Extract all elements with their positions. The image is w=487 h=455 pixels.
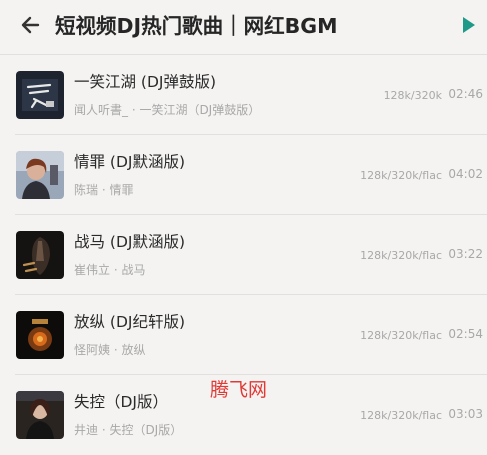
song-duration: 02:46 — [448, 87, 483, 101]
song-row[interactable]: 一笑江湖 (DJ弹鼓版) 闻人听書_ · 一笑江湖（DJ弹鼓版） 128k/32… — [0, 55, 487, 135]
song-title: 一笑江湖 (DJ弹鼓版) — [74, 73, 217, 91]
song-artist-album: 崔伟立 · 战马 — [74, 263, 146, 277]
back-arrow-icon[interactable] — [18, 12, 44, 38]
song-duration: 03:22 — [448, 247, 483, 261]
song-artist-album: 闻人听書_ · 一笑江湖（DJ弹鼓版） — [74, 103, 261, 117]
album-cover — [16, 151, 64, 199]
song-row[interactable]: 战马 (DJ默涵版) 崔伟立 · 战马 128k/320k/flac 03:22 — [0, 215, 487, 295]
song-row[interactable]: 放纵 (DJ纪轩版) 怪阿姨 · 放纵 128k/320k/flac 02:54 — [0, 295, 487, 375]
song-quality: 128k/320k/flac — [360, 169, 442, 182]
song-row[interactable]: 情罪 (DJ默涵版) 陈瑞 · 情罪 128k/320k/flac 04:02 — [0, 135, 487, 215]
song-quality: 128k/320k — [383, 89, 442, 102]
song-title: 放纵 (DJ纪轩版) — [74, 313, 186, 331]
song-quality: 128k/320k/flac — [360, 249, 442, 262]
song-title: 失控（DJ版） — [74, 393, 169, 411]
song-duration: 04:02 — [448, 167, 483, 181]
song-quality: 128k/320k/flac — [360, 409, 442, 422]
song-artist-album: 怪阿姨 · 放纵 — [74, 343, 146, 357]
album-cover — [16, 391, 64, 439]
play-all-icon[interactable] — [461, 16, 477, 34]
song-title: 情罪 (DJ默涵版) — [74, 153, 186, 171]
watermark: 腾飞网 — [210, 379, 268, 401]
song-artist-album: 陈瑞 · 情罪 — [74, 183, 134, 197]
top-bar: 短视频DJ热门歌曲｜网红BGM — [0, 0, 487, 50]
song-quality: 128k/320k/flac — [360, 329, 442, 342]
page-title: 短视频DJ热门歌曲｜网红BGM — [55, 14, 338, 38]
album-cover — [16, 311, 64, 359]
song-duration: 02:54 — [448, 327, 483, 341]
song-artist-album: 井迪 · 失控（DJ版） — [74, 423, 183, 437]
album-cover — [16, 71, 64, 119]
song-duration: 03:03 — [448, 407, 483, 421]
song-title: 战马 (DJ默涵版) — [74, 233, 186, 251]
album-cover — [16, 231, 64, 279]
